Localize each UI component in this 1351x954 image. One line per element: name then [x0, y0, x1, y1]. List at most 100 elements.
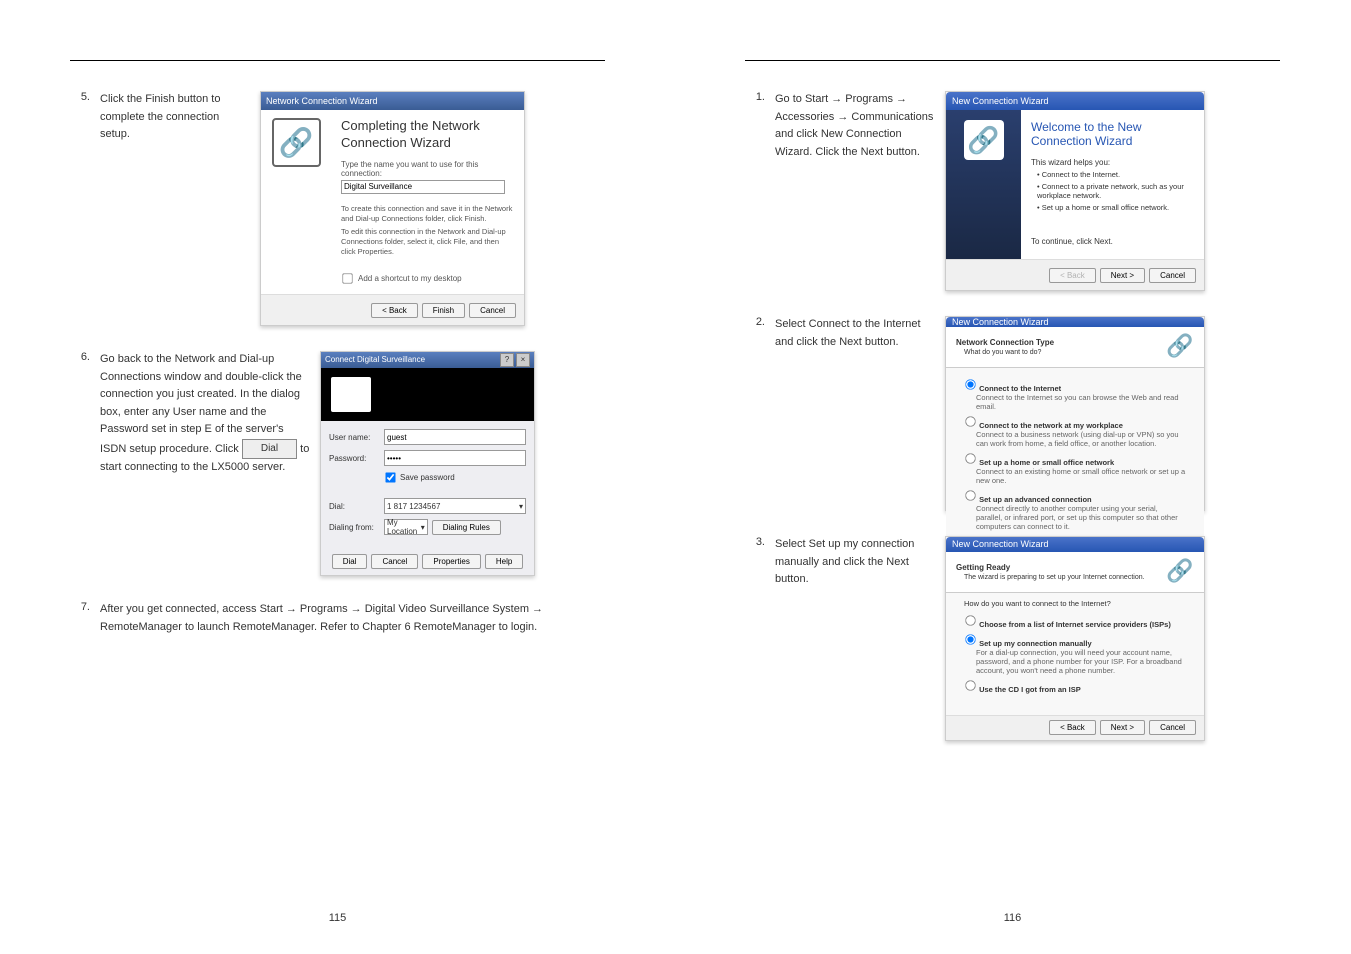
dialing-rules-button[interactable]: Dialing Rules: [432, 520, 501, 535]
username-label: User name:: [329, 433, 384, 442]
radio-workplace[interactable]: [965, 416, 975, 426]
screenshot-welcome-wizard: New Connection Wizard 🔗 Welcome to the N…: [945, 91, 1205, 291]
step5-text: Click the Finish button to complete the …: [100, 91, 250, 326]
cancel-button[interactable]: Cancel: [1149, 268, 1196, 283]
step3-number: 3.: [745, 536, 775, 741]
opt-advanced[interactable]: Set up an advanced connection Connect di…: [964, 489, 1186, 531]
opt-workplace[interactable]: Connect to the network at my workplace C…: [964, 415, 1186, 448]
page-left: 5. Click the Finish button to complete t…: [0, 0, 675, 954]
ss2-title: Connect Digital Surveillance: [325, 355, 425, 364]
opt4-title: Set up an advanced connection: [979, 495, 1092, 504]
close-icon[interactable]: ×: [516, 353, 530, 367]
opt2-title: Set up my connection manually: [979, 639, 1092, 648]
ss3-titlebar: New Connection Wizard: [946, 92, 1204, 110]
step1-number: 1.: [745, 91, 775, 291]
ss3-bullet2: • Connect to a private network, such as …: [1037, 182, 1194, 200]
ss5-question: How do you want to connect to the Intern…: [964, 599, 1186, 608]
ss3-bullet3: • Set up a home or small office network.: [1037, 203, 1194, 212]
save-password-checkbox[interactable]: [385, 472, 395, 482]
ss1-para1: To create this connection and save it in…: [341, 204, 514, 224]
ss5-header-sub: The wizard is preparing to set up your I…: [964, 574, 1145, 581]
username-input[interactable]: [384, 429, 526, 445]
ss1-footer: < Back Finish Cancel: [261, 294, 524, 325]
step6-number: 6.: [70, 351, 100, 576]
help-icon[interactable]: ?: [500, 353, 514, 367]
opt-cd[interactable]: Use the CD I got from an ISP: [964, 679, 1186, 694]
ss2-titlebar: Connect Digital Surveillance ? ×: [321, 352, 534, 368]
opt-isp-list[interactable]: Choose from a list of Internet service p…: [964, 614, 1186, 629]
ss5-header-text: Getting Ready The wizard is preparing to…: [956, 563, 1145, 581]
screenshot-getting-ready: New Connection Wizard Getting Ready The …: [945, 536, 1205, 741]
ss5-header: Getting Ready The wizard is preparing to…: [946, 552, 1204, 593]
cancel-button[interactable]: Cancel: [371, 554, 418, 569]
next-button[interactable]: Next >: [1100, 268, 1145, 283]
opt-connect-internet[interactable]: Connect to the Internet Connect to the I…: [964, 378, 1186, 411]
network-icon: 🔗: [272, 118, 321, 167]
ss4-header-sub: What do you want to do?: [964, 349, 1041, 356]
opt2-desc: For a dial-up connection, you will need …: [976, 648, 1186, 675]
opt-home-network[interactable]: Set up a home or small office network Co…: [964, 452, 1186, 485]
ss3-continue: To continue, click Next.: [1031, 237, 1194, 246]
dial-dropdown[interactable]: 1 817 1234567 ▾: [384, 498, 526, 514]
chevron-down-icon: ▾: [519, 502, 523, 511]
dial-button[interactable]: Dial: [332, 554, 368, 569]
step6-text: Go back to the Network and Dial-up Conne…: [100, 351, 310, 576]
cancel-button[interactable]: Cancel: [1149, 720, 1196, 735]
cancel-button[interactable]: Cancel: [469, 303, 516, 318]
ss4-header-text: Network Connection Type What do you want…: [956, 338, 1054, 356]
shortcut-checkbox[interactable]: [342, 273, 352, 283]
opt2-desc: Connect to a business network (using dia…: [976, 430, 1186, 448]
opt1-desc: Connect to the Internet so you can brows…: [976, 393, 1186, 411]
radio-advanced[interactable]: [965, 490, 975, 500]
radio-cd[interactable]: [965, 680, 975, 690]
properties-button[interactable]: Properties: [422, 554, 480, 569]
ss1-para2: To edit this connection in the Network a…: [341, 227, 514, 256]
step2-number: 2.: [745, 316, 775, 511]
opt3-desc: Connect to an existing home or small off…: [976, 467, 1186, 485]
password-label: Password:: [329, 454, 384, 463]
ss2-banner: [321, 368, 534, 421]
ss4-titlebar: New Connection Wizard: [946, 317, 1204, 327]
ss3-main: Welcome to the New Connection Wizard Thi…: [1021, 110, 1204, 259]
connection-name-input[interactable]: [341, 180, 505, 194]
next-button[interactable]: Next >: [1100, 720, 1145, 735]
back-button[interactable]: < Back: [371, 303, 418, 318]
opt3-title: Use the CD I got from an ISP: [979, 685, 1081, 694]
ss2-window-controls: ? ×: [500, 353, 530, 367]
step7-text: After you get connected, access Start → …: [100, 601, 605, 636]
chevron-down-icon: ▾: [421, 523, 425, 532]
step3-text: Select Set up my connection manually and…: [775, 536, 935, 741]
back-button[interactable]: < Back: [1049, 720, 1096, 735]
help-button[interactable]: Help: [485, 554, 523, 569]
save-password-label: Save password: [400, 473, 455, 482]
radio-manual[interactable]: [965, 634, 975, 644]
radio-isp-list[interactable]: [965, 615, 975, 625]
ss3-body: 🔗 Welcome to the New Connection Wizard T…: [946, 110, 1204, 259]
step2-text: Select Connect to the Internet and click…: [775, 316, 935, 511]
from-value: My Location: [387, 518, 421, 536]
finish-button[interactable]: Finish: [422, 303, 465, 318]
ss1-sidebar: 🔗: [261, 110, 331, 294]
username-row: User name:: [329, 429, 526, 445]
ss2-footer: Dial Cancel Properties Help: [321, 548, 534, 575]
password-input[interactable]: [384, 450, 526, 466]
ss1-heading: Completing the Network Connection Wizard: [341, 118, 514, 152]
radio-connect-internet[interactable]: [965, 379, 975, 389]
opt3-title: Set up a home or small office network: [979, 458, 1114, 467]
back-button: < Back: [1049, 268, 1096, 283]
radio-home-network[interactable]: [965, 453, 975, 463]
ss3-sidebar: 🔗: [946, 110, 1021, 259]
ss3-footer: < Back Next > Cancel: [946, 259, 1204, 290]
from-dropdown[interactable]: My Location ▾: [384, 519, 428, 535]
ss4-body: Connect to the Internet Connect to the I…: [946, 368, 1204, 541]
ss3-bullet1: • Connect to the Internet.: [1037, 170, 1194, 179]
dialup-icon: [331, 377, 371, 412]
step-6: 6. Go back to the Network and Dial-up Co…: [70, 351, 605, 576]
ss1-titlebar: Network Connection Wizard: [261, 92, 524, 110]
dial-button-inline[interactable]: Dial: [242, 439, 297, 459]
dial-value: 1 817 1234567: [387, 502, 440, 511]
opt-manual[interactable]: Set up my connection manually For a dial…: [964, 633, 1186, 675]
right-page-number: 116: [675, 912, 1350, 924]
save-password-row: Save password: [384, 471, 526, 484]
screenshot-completing-wizard: Network Connection Wizard 🔗 Completing t…: [260, 91, 525, 326]
